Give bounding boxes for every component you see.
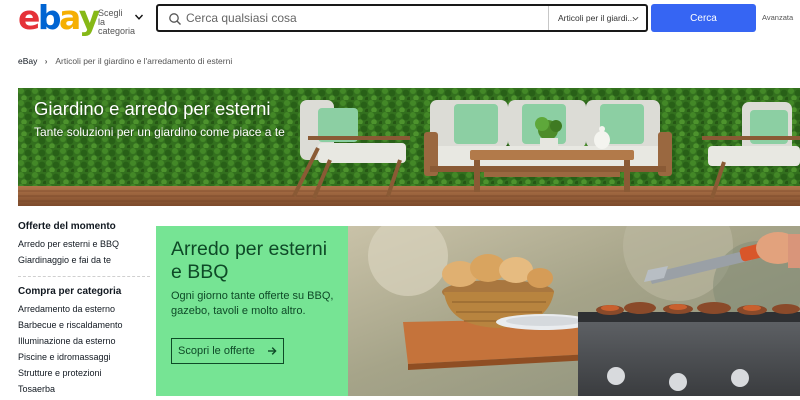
breadcrumb-home-link[interactable]: eBay [18, 56, 37, 66]
logo-letter: b [37, 0, 62, 37]
category-heading: Compra per categoria [18, 286, 122, 297]
search-bar: Articoli per il giardi... [156, 4, 648, 32]
advanced-search-link[interactable]: Avanzata [762, 13, 793, 22]
sidebar-item-lawn-mowers[interactable]: Tosaerba [18, 381, 150, 397]
promo-card: Arredo per esterni e BBQ Ogni giorno tan… [156, 226, 800, 396]
hero-title: Giardino e arredo per esterni [34, 98, 271, 119]
discover-offers-label: Scopri le offerte [178, 344, 255, 357]
sidebar-divider [18, 276, 150, 277]
search-input[interactable] [186, 8, 546, 28]
bbq-grill-image[interactable] [348, 226, 800, 396]
sidebar-item-pools-spas[interactable]: Piscine e idromassaggi [18, 349, 150, 365]
breadcrumb: eBay › Articoli per il giardino e l'arre… [18, 55, 232, 67]
shop-by-category-label: Scegli la categoria [98, 8, 136, 36]
logo-letter: e [18, 0, 40, 37]
deals-heading: Offerte del momento [18, 221, 116, 232]
arrow-right-icon [267, 347, 277, 355]
logo-letter: a [59, 0, 81, 37]
promo-text-panel: Arredo per esterni e BBQ Ogni giorno tan… [156, 226, 348, 396]
ebay-logo[interactable]: ebay [18, 0, 101, 37]
chevron-down-icon [134, 14, 144, 20]
logo-letter: y [78, 0, 101, 37]
shop-by-category-button[interactable]: Scegli la categoria [98, 9, 148, 36]
chevron-right-icon: › [44, 57, 48, 66]
hero-banner[interactable]: Giardino e arredo per esterni Tante solu… [18, 88, 800, 206]
sidebar-nav: Offerte del momento Arredo per esterni e… [18, 220, 150, 397]
sidebar-item-outdoor-bbq[interactable]: Arredo per esterni e BBQ [18, 236, 150, 252]
sidebar-item-gardening-diy[interactable]: Giardinaggio e fai da te [18, 252, 150, 268]
sidebar-item-structures[interactable]: Strutture e protezioni [18, 365, 150, 381]
breadcrumb-current: Articoli per il giardino e l'arredamento… [55, 56, 233, 66]
sidebar-item-barbecue-heating[interactable]: Barbecue e riscaldamento [18, 317, 150, 333]
site-header: ebay Scegli la categoria Articoli per il… [0, 0, 800, 36]
promo-title: Arredo per esterni e BBQ [171, 238, 328, 283]
hero-subtitle: Tante soluzioni per un giardino come pia… [34, 125, 285, 139]
search-icon [169, 13, 181, 25]
category-select-value: Articoli per il giardi... [558, 13, 635, 23]
sidebar-item-outdoor-furniture[interactable]: Arredamento da esterno [18, 301, 150, 317]
search-button[interactable]: Cerca [651, 4, 756, 32]
chevron-down-icon [632, 16, 639, 21]
sidebar-item-outdoor-lighting[interactable]: Illuminazione da esterno [18, 333, 150, 349]
category-select[interactable]: Articoli per il giardi... [548, 6, 646, 30]
discover-offers-button[interactable]: Scopri le offerte [171, 338, 284, 364]
promo-description: Ogni giorno tante offerte su BBQ, gazebo… [171, 290, 334, 317]
